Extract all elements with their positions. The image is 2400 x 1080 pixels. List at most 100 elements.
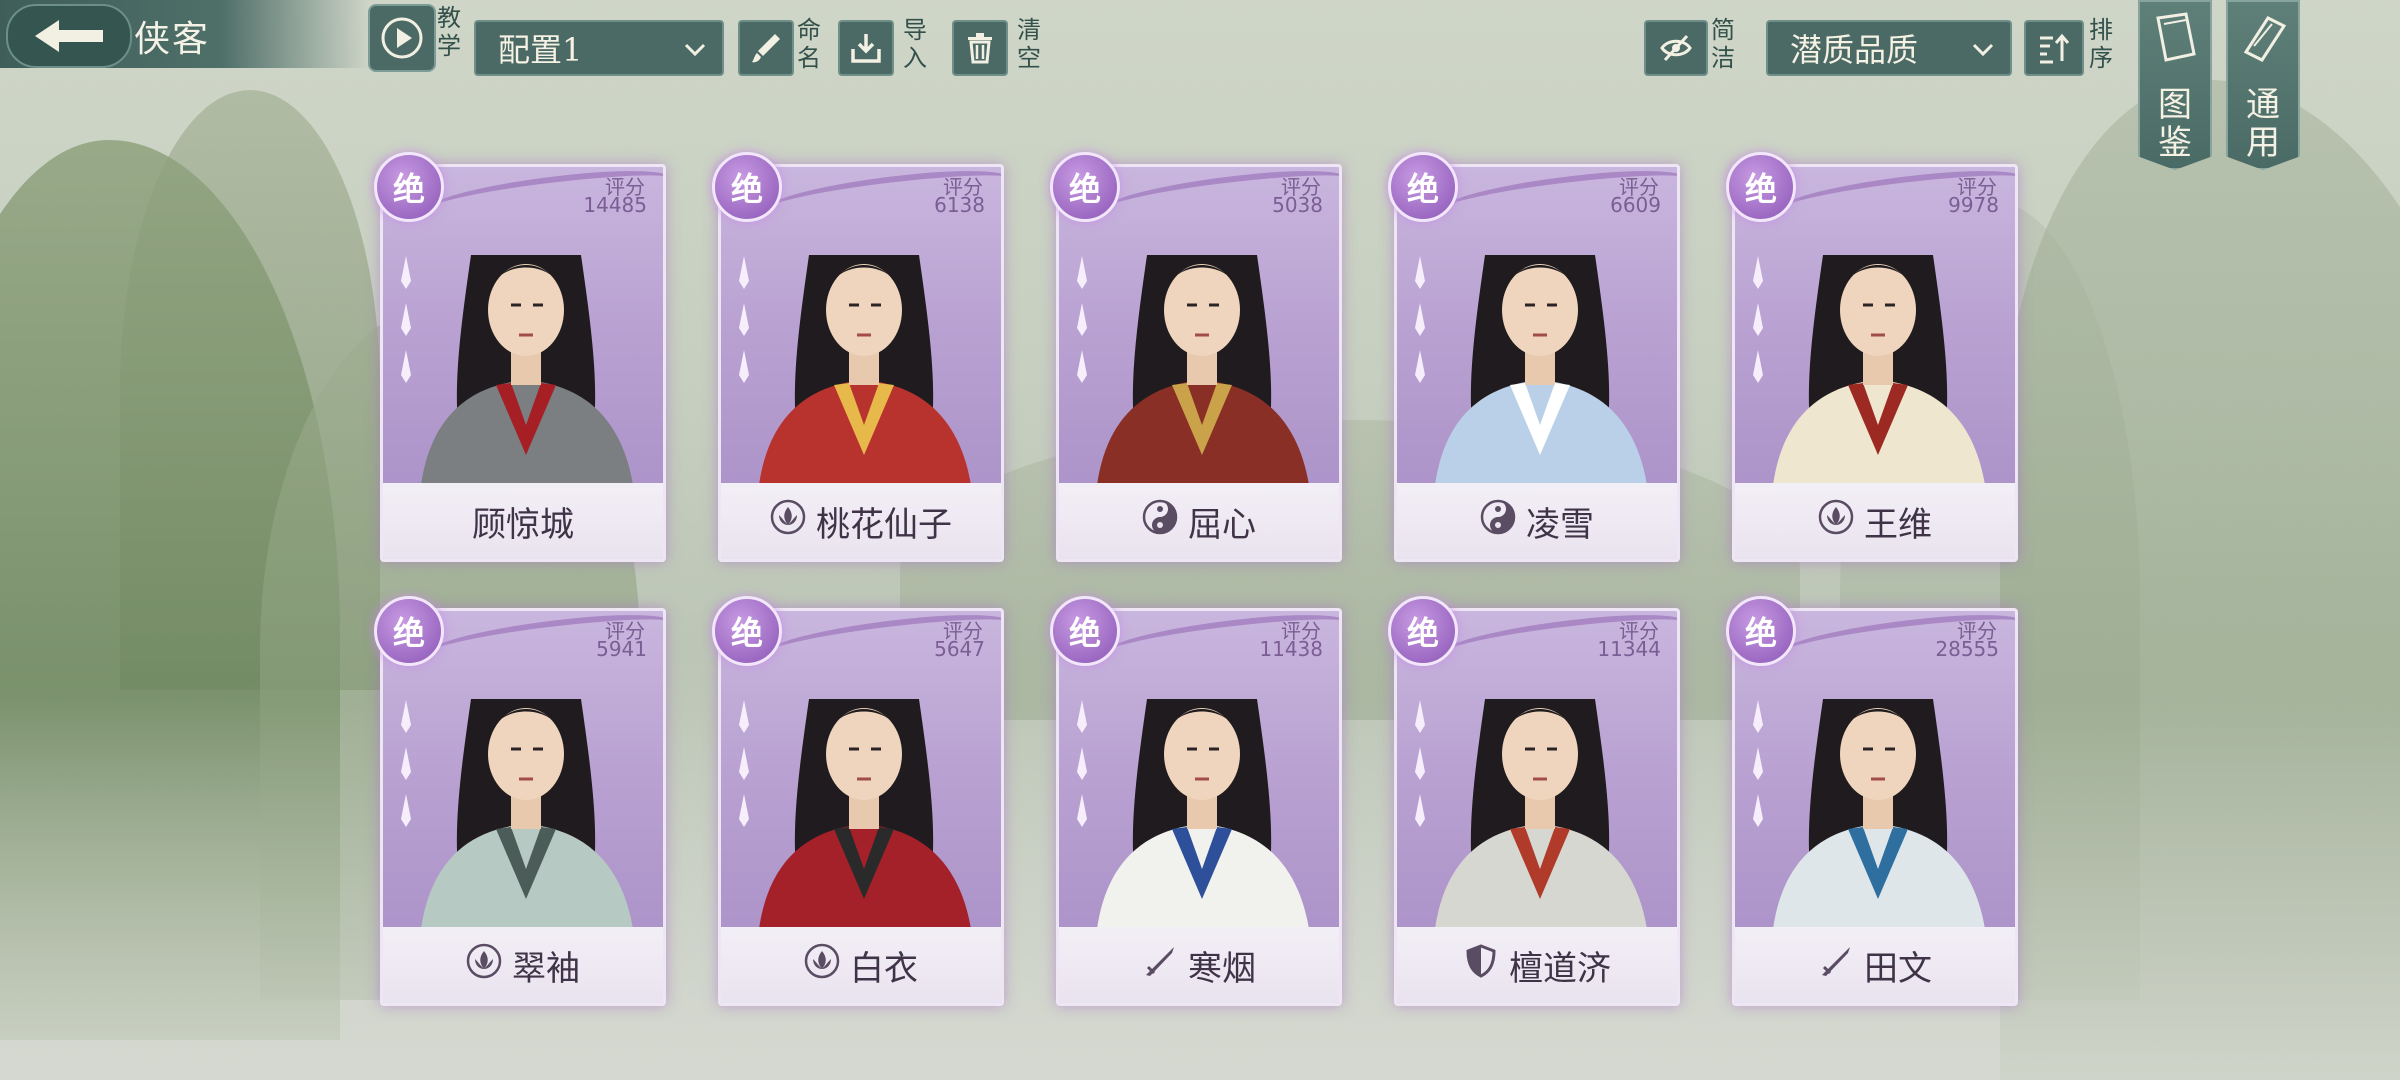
hero-name: 白衣 bbox=[850, 948, 918, 989]
codex-button[interactable]: 图鉴 bbox=[2138, 0, 2212, 170]
hero-name: 王维 bbox=[1864, 504, 1932, 545]
import-button[interactable] bbox=[838, 20, 894, 76]
trash-icon bbox=[968, 33, 992, 64]
card-frame: 评分 5941 翠袖 bbox=[380, 608, 666, 1006]
rank-blades-icon bbox=[401, 256, 411, 383]
hero-card-6[interactable]: 评分 5941 翠袖 绝 bbox=[374, 586, 666, 1006]
hero-card-7[interactable]: 评分 5647 白衣 绝 bbox=[712, 586, 1004, 1006]
card-frame: 评分 11438 寒烟 bbox=[1056, 608, 1342, 1006]
tutorial-label: 教学 bbox=[437, 4, 461, 60]
config-select-value: 配置1 bbox=[498, 31, 583, 69]
clear-label: 清空 bbox=[1017, 16, 1041, 72]
clear-button[interactable] bbox=[952, 20, 1008, 76]
config-select[interactable]: 配置1 bbox=[474, 20, 724, 76]
import-icon bbox=[851, 34, 881, 63]
score-value: 5038 bbox=[1272, 193, 1323, 217]
grade-badge: 绝 bbox=[1050, 596, 1120, 666]
chevron-down-icon bbox=[1972, 43, 1994, 57]
card-frame: 评分 14485 顾惊城 bbox=[380, 164, 666, 562]
rank-blades-icon bbox=[1753, 256, 1763, 383]
sort-button[interactable] bbox=[2024, 20, 2084, 76]
chevron-down-icon bbox=[684, 43, 706, 57]
sort-select[interactable]: 潜质品质 bbox=[1766, 20, 2012, 76]
card-frame: 评分 5038 屈心 bbox=[1056, 164, 1342, 562]
eye-hidden-icon bbox=[1660, 34, 1692, 62]
card-frame: 评分 11344 檀道济 bbox=[1394, 608, 1680, 1006]
grade-badge: 绝 bbox=[712, 596, 782, 666]
simple-view-label: 简洁 bbox=[1711, 16, 1735, 72]
sort-select-value: 潜质品质 bbox=[1790, 31, 1919, 69]
hero-nameplate: 桃花仙子 bbox=[721, 483, 1001, 559]
hero-name: 檀道济 bbox=[1509, 948, 1611, 989]
score-value: 6609 bbox=[1610, 193, 1661, 217]
rank-blades-icon bbox=[401, 700, 411, 827]
rank-blades-icon bbox=[1415, 256, 1425, 383]
hero-card-5[interactable]: 评分 9978 王维 绝 bbox=[1726, 142, 2018, 562]
book-icon bbox=[2156, 12, 2196, 62]
score-value: 11344 bbox=[1597, 637, 1661, 661]
hero-portrait bbox=[1435, 255, 1647, 485]
hero-nameplate: 田文 bbox=[1735, 927, 2015, 1003]
score-value: 5941 bbox=[596, 637, 647, 661]
tutorial-button[interactable] bbox=[368, 4, 436, 72]
hero-nameplate: 檀道济 bbox=[1397, 927, 1677, 1003]
score-value: 5647 bbox=[934, 637, 985, 661]
card-frame: 评分 6138 桃花仙子 bbox=[718, 164, 1004, 562]
hero-portrait bbox=[1097, 255, 1309, 485]
general-button[interactable]: 通用 bbox=[2226, 0, 2300, 170]
taiji-icon bbox=[1142, 499, 1178, 544]
score-value: 9978 bbox=[1948, 193, 1999, 217]
taiji-icon bbox=[1480, 499, 1516, 544]
grade-badge: 绝 bbox=[1050, 152, 1120, 222]
back-button[interactable] bbox=[6, 4, 132, 68]
grade-badge: 绝 bbox=[712, 152, 782, 222]
hero-card-8[interactable]: 评分 11438 寒烟 绝 bbox=[1050, 586, 1342, 1006]
simple-view-button[interactable] bbox=[1644, 20, 1708, 76]
hero-nameplate: 顾惊城 bbox=[383, 483, 663, 559]
hero-portrait bbox=[1773, 699, 1985, 929]
hero-card-4[interactable]: 评分 6609 凌雪 绝 bbox=[1388, 142, 1680, 562]
grade-badge: 绝 bbox=[1388, 152, 1458, 222]
rank-blades-icon bbox=[1077, 700, 1087, 827]
score-value: 14485 bbox=[583, 193, 647, 217]
back-arrow-icon bbox=[35, 20, 103, 52]
hero-card-10[interactable]: 评分 28555 田文 绝 bbox=[1726, 586, 2018, 1006]
lotus-icon bbox=[1818, 499, 1854, 544]
score-value: 11438 bbox=[1259, 637, 1323, 661]
grade-badge: 绝 bbox=[1726, 152, 1796, 222]
card-frame: 评分 28555 田文 bbox=[1732, 608, 2018, 1006]
import-label: 导入 bbox=[903, 16, 927, 72]
hero-card-9[interactable]: 评分 11344 檀道济 绝 bbox=[1388, 586, 1680, 1006]
hero-name: 顾惊城 bbox=[472, 504, 574, 545]
hero-name: 桃花仙子 bbox=[816, 504, 952, 545]
lotus-icon bbox=[770, 499, 806, 544]
hero-portrait bbox=[1435, 699, 1647, 929]
rename-label: 命名 bbox=[797, 16, 821, 72]
grade-badge: 绝 bbox=[374, 596, 444, 666]
hero-card-3[interactable]: 评分 5038 屈心 绝 bbox=[1050, 142, 1342, 562]
hero-card-1[interactable]: 评分 14485 顾惊城 绝 bbox=[374, 142, 666, 562]
play-icon bbox=[381, 17, 423, 59]
hero-card-2[interactable]: 评分 6138 桃花仙子 绝 bbox=[712, 142, 1004, 562]
card-frame: 评分 5647 白衣 bbox=[718, 608, 1004, 1006]
sort-label: 排序 bbox=[2089, 16, 2113, 72]
hero-nameplate: 凌雪 bbox=[1397, 483, 1677, 559]
hero-portrait bbox=[759, 699, 971, 929]
general-label: 通用 bbox=[2246, 85, 2280, 163]
hero-portrait bbox=[421, 699, 633, 929]
rank-blades-icon bbox=[739, 700, 749, 827]
brush-icon bbox=[752, 34, 780, 63]
hero-name: 屈心 bbox=[1188, 504, 1256, 545]
score-value: 6138 bbox=[934, 193, 985, 217]
hero-name: 寒烟 bbox=[1188, 948, 1256, 989]
rank-blades-icon bbox=[1415, 700, 1425, 827]
hero-portrait bbox=[759, 255, 971, 485]
card-frame: 评分 6609 凌雪 bbox=[1394, 164, 1680, 562]
hero-name: 田文 bbox=[1864, 948, 1932, 989]
hero-name: 凌雪 bbox=[1526, 504, 1594, 545]
rename-button[interactable] bbox=[738, 20, 794, 76]
codex-label: 图鉴 bbox=[2158, 85, 2192, 163]
grade-badge: 绝 bbox=[374, 152, 444, 222]
hero-nameplate: 翠袖 bbox=[383, 927, 663, 1003]
lotus-icon bbox=[804, 943, 840, 988]
